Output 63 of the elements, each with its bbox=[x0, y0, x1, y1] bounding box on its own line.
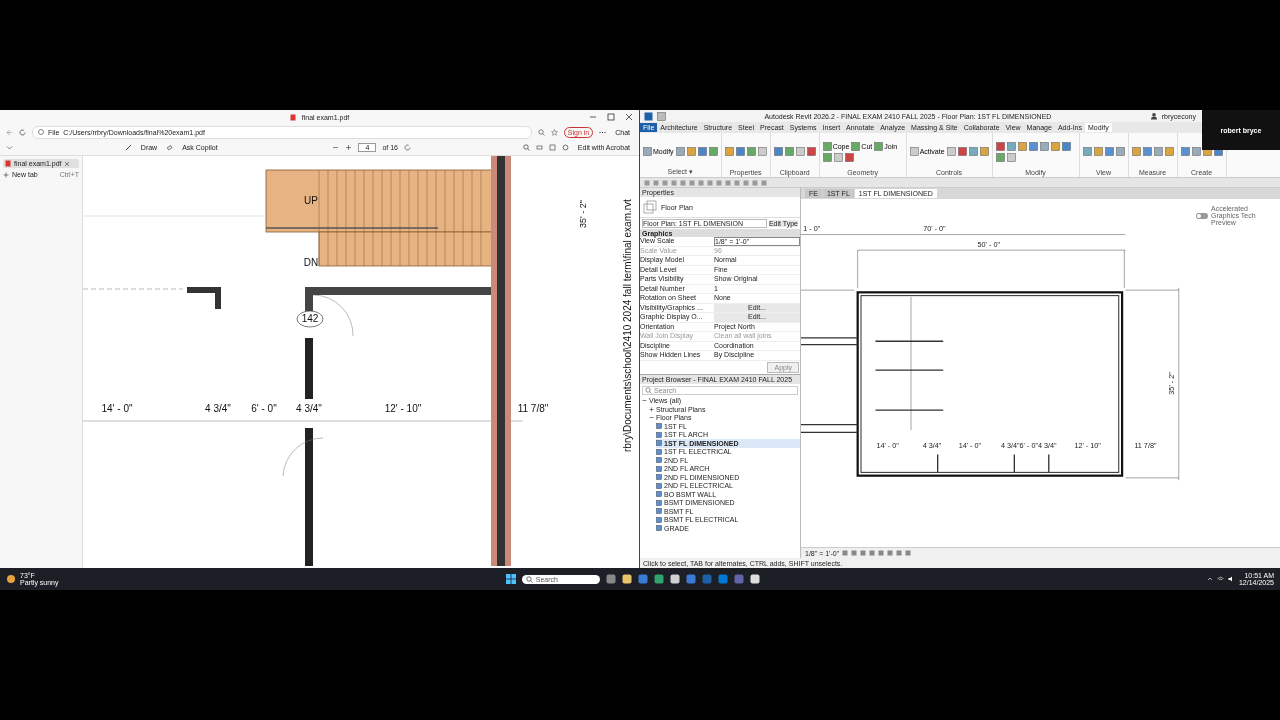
door-swing-drawing bbox=[282, 437, 324, 477]
revit-logo-icon bbox=[644, 111, 653, 121]
wall-drawing bbox=[305, 338, 313, 399]
chevron-down-icon[interactable] bbox=[6, 144, 13, 151]
zoom-in-icon[interactable] bbox=[345, 144, 353, 151]
stair-label: UP bbox=[304, 195, 318, 206]
pdf-file-icon bbox=[289, 113, 296, 121]
app-icon[interactable] bbox=[749, 574, 760, 584]
dimension-text: 6' - 0" bbox=[251, 403, 277, 414]
eraser-icon[interactable] bbox=[166, 144, 174, 151]
refresh-icon[interactable] bbox=[19, 128, 26, 136]
search-icon bbox=[645, 386, 652, 394]
room-number: 142 bbox=[301, 313, 319, 324]
plus-icon bbox=[3, 171, 9, 178]
zoom-icon[interactable] bbox=[537, 128, 545, 136]
close-icon[interactable] bbox=[64, 160, 71, 167]
app-icon[interactable] bbox=[621, 574, 632, 584]
rotate-icon[interactable] bbox=[404, 144, 411, 151]
dimension-text: 4 3/4"6' - 0"4 3/4" bbox=[1000, 440, 1057, 450]
search-icon bbox=[525, 575, 533, 583]
weather-sun-icon[interactable] bbox=[6, 574, 16, 584]
dimension-text: 12' - 10" bbox=[1074, 440, 1101, 450]
back-icon[interactable] bbox=[6, 128, 13, 136]
tool-icon bbox=[643, 146, 652, 156]
dimension-text: 14' - 0" bbox=[101, 403, 133, 414]
toggle-switch[interactable] bbox=[1196, 212, 1208, 219]
dimension-text: 35' - 2" bbox=[1167, 372, 1177, 395]
collapse-icon[interactable] bbox=[642, 398, 647, 404]
start-icon[interactable] bbox=[505, 574, 516, 584]
stair-label: DN bbox=[303, 257, 319, 268]
app-icon[interactable] bbox=[653, 574, 664, 584]
app-icon[interactable] bbox=[669, 574, 680, 584]
favorite-star-icon[interactable] bbox=[550, 128, 558, 136]
zoom-out-icon[interactable] bbox=[332, 144, 340, 151]
pdf-file-icon bbox=[5, 160, 11, 167]
dimension-text: 4 3/4" bbox=[922, 440, 942, 450]
dimension-text: 4 3/4" bbox=[205, 403, 231, 414]
dimension-text: 50' - 0" bbox=[977, 239, 1000, 249]
floor-plan-icon bbox=[643, 200, 657, 214]
chevron-up-icon[interactable] bbox=[1206, 576, 1213, 582]
dimension-text: 1 - 0" bbox=[803, 224, 821, 234]
dimension-text: 14' - 0" bbox=[876, 440, 899, 450]
minimize-icon[interactable] bbox=[589, 113, 597, 121]
expand-icon[interactable] bbox=[649, 406, 654, 412]
tool-icon bbox=[909, 147, 919, 156]
tool-icon bbox=[874, 141, 884, 151]
dimension-text: 11 7/8" bbox=[517, 403, 549, 414]
wifi-icon[interactable] bbox=[1216, 576, 1224, 582]
speaker-icon[interactable] bbox=[1227, 576, 1235, 582]
file-path-text: rbry\Documents\school\2410 2024 fall term\final exam.rvt bbox=[622, 199, 633, 452]
dimension-text: 14' - 0" bbox=[958, 440, 982, 450]
search-icon[interactable] bbox=[522, 144, 530, 151]
dimension-text: 11 7/8" bbox=[1134, 440, 1157, 450]
maximize-icon[interactable] bbox=[607, 113, 615, 121]
highlighter-icon[interactable] bbox=[124, 144, 132, 151]
dimension-text: 35' - 2" bbox=[578, 200, 588, 228]
dimension-text: 12' - 10" bbox=[384, 403, 422, 414]
collapse-icon[interactable] bbox=[649, 415, 654, 421]
dimension-text: 4 3/4" bbox=[296, 403, 322, 414]
close-icon[interactable] bbox=[625, 113, 633, 121]
wall-drawing bbox=[187, 287, 221, 309]
room-tag-bubble bbox=[296, 310, 324, 328]
dimension-text: 70' - 0" bbox=[923, 224, 946, 234]
